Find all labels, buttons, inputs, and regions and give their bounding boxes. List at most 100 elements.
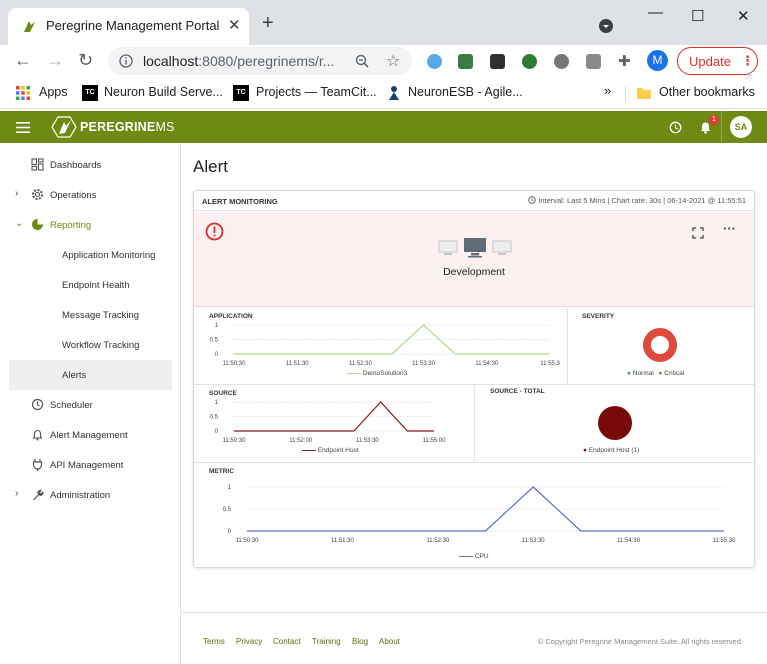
- chart-legend: ● Normal ● Critical: [627, 370, 684, 377]
- kebab-menu-icon[interactable]: ⋮: [741, 53, 754, 69]
- browser-tab-title: Peregrine Management Portal: [46, 18, 220, 33]
- sidebar-item-label: API Management: [50, 460, 124, 471]
- more-bookmarks-icon[interactable]: »: [604, 83, 611, 98]
- card-title: ALERT MONITORING: [202, 197, 278, 206]
- sidebar-item-workflow-tracking[interactable]: Workflow Tracking: [0, 330, 181, 360]
- url-host: localhost: [143, 53, 199, 69]
- legend-dot: ●: [583, 447, 587, 454]
- sidebar-item-alerts[interactable]: Alerts: [9, 360, 172, 390]
- forward-icon[interactable]: →: [46, 50, 64, 71]
- new-tab-icon[interactable]: +: [262, 13, 274, 33]
- sidebar-item-label: Dashboards: [50, 160, 102, 171]
- cloud-extension-icon[interactable]: [427, 54, 442, 69]
- environment-banner: ··· Development: [194, 212, 754, 307]
- gear-icon: [32, 189, 43, 200]
- legend-label: Endpoint Host: [317, 447, 359, 454]
- y-tick-label: 1: [228, 485, 232, 491]
- sidebar-item-api-management[interactable]: API Management: [0, 450, 181, 480]
- bookmark-neuron-build[interactable]: Neuron Build Serve...: [104, 85, 223, 99]
- address-bar[interactable]: localhost:8080/peregrinems/r... ☆: [108, 47, 412, 75]
- x-tick-label: 11:52:30: [426, 538, 450, 544]
- plug-icon: [32, 459, 43, 471]
- footer-link-terms[interactable]: Terms: [203, 637, 225, 646]
- maximize-icon[interactable]: ☐: [691, 7, 704, 25]
- close-tab-icon[interactable]: ✕: [228, 16, 241, 34]
- circle-extension-icon[interactable]: [554, 54, 569, 69]
- sidebar: Dashboards › Operations ⌄ Reporting Appl…: [0, 143, 181, 664]
- reload-icon[interactable]: ↻: [78, 50, 93, 71]
- peregrine-favicon-icon: [24, 21, 35, 32]
- x-tick-label: 11:51:30: [286, 361, 310, 367]
- source-total-chart-panel: SOURCE - TOTAL ● Endpoint Host (1): [475, 385, 754, 462]
- sidebar-item-alert-management[interactable]: Alert Management: [0, 420, 181, 450]
- y-tick-label: 0: [228, 529, 232, 535]
- sidebar-item-message-tracking[interactable]: Message Tracking: [0, 300, 181, 330]
- x-tick-label: 11:53:30: [412, 361, 436, 367]
- sidebar-item-scheduler[interactable]: Scheduler: [0, 390, 181, 420]
- user-avatar[interactable]: SA: [730, 116, 752, 138]
- tab-search-icon[interactable]: [599, 19, 613, 33]
- donut-slice-critical: [643, 328, 677, 362]
- footer-link-training[interactable]: Training: [312, 637, 341, 646]
- legend-label: Critical: [664, 370, 685, 377]
- bookmark-neuronesb-agile[interactable]: NeuronESB - Agile...: [408, 85, 523, 99]
- y-tick-label: 1: [215, 400, 219, 406]
- minimize-icon[interactable]: —: [648, 4, 663, 21]
- sidebar-item-dashboards[interactable]: Dashboards: [0, 150, 181, 180]
- source-chart: 1 0.5 0 11:50:30 11:52:00 11:53:30 11:55:00: [210, 400, 447, 444]
- sidebar-item-reporting[interactable]: ⌄ Reporting: [0, 210, 181, 240]
- legend-label: Endpoint Host (1): [588, 447, 640, 454]
- zoom-icon[interactable]: [355, 54, 369, 68]
- footer-link-contact[interactable]: Contact: [273, 637, 301, 646]
- metric-chart-panel: METRIC 1 0.5 0 11:50:30 11:51:30 11:52:30 11:5…: [194, 463, 754, 567]
- extensions-puzzle-icon[interactable]: ✚: [618, 52, 631, 70]
- severity-chart-panel: SEVERITY ● Normal ● Critical: [567, 308, 754, 384]
- back-icon[interactable]: ←: [14, 50, 32, 71]
- peregrine-logo-icon: [51, 116, 77, 138]
- x-tick-label: 11:54:30: [617, 538, 641, 544]
- apps-grid-icon[interactable]: [15, 85, 31, 101]
- history-icon[interactable]: [669, 121, 682, 134]
- x-tick-label: 11:55:00: [423, 438, 447, 444]
- environment-name: Development: [443, 266, 505, 278]
- other-bookmarks[interactable]: Other bookmarks: [659, 85, 755, 99]
- update-button[interactable]: Update ⋮: [677, 47, 758, 75]
- x-extension-icon[interactable]: [490, 54, 505, 69]
- legend-swatch: [459, 555, 473, 557]
- sidebar-item-endpoint-health[interactable]: Endpoint Health: [0, 270, 181, 300]
- monitors-icon: [438, 238, 512, 258]
- url-path: :8080/peregrinems/r...: [198, 53, 335, 69]
- sidebar-item-operations[interactable]: › Operations: [0, 180, 181, 210]
- sidebar-item-label: Alert Management: [50, 430, 128, 441]
- site-info-icon[interactable]: [119, 54, 133, 68]
- y-tick-label: 0.5: [210, 338, 219, 344]
- x-tick-label: 11:53:30: [356, 438, 380, 444]
- footer-link-privacy[interactable]: Privacy: [236, 637, 262, 646]
- more-options-icon[interactable]: ···: [723, 221, 736, 236]
- close-window-icon[interactable]: ✕: [737, 7, 750, 25]
- folder-icon: [637, 88, 651, 99]
- pie-chart-icon: [32, 219, 43, 230]
- green-extension-icon[interactable]: [522, 54, 537, 69]
- x-tick-label: 11:55:30: [713, 538, 737, 544]
- x-tick-label: 11:53:30: [522, 538, 546, 544]
- t-extension-icon[interactable]: [586, 54, 601, 69]
- bookmarks-bar: Apps TC Neuron Build Serve... TC Project…: [0, 78, 767, 109]
- sidebar-item-label: Scheduler: [50, 400, 93, 411]
- bell-outline-icon: [32, 430, 43, 441]
- bookmark-projects-teamcity[interactable]: Projects — TeamCit...: [256, 85, 377, 99]
- sidebar-item-application-monitoring[interactable]: Application Monitoring: [0, 240, 181, 270]
- image-extension-icon[interactable]: [458, 54, 473, 69]
- metric-chart: 1 0.5 0 11:50:30 11:51:30 11:52:30 11:53:30 11:…: [223, 485, 737, 544]
- fullscreen-icon[interactable]: [692, 227, 704, 239]
- profile-avatar[interactable]: M: [647, 50, 668, 71]
- bookmarks-divider: [625, 86, 626, 102]
- bookmark-apps[interactable]: Apps: [39, 85, 68, 99]
- footer-link-blog[interactable]: Blog: [352, 637, 368, 646]
- hamburger-menu-icon[interactable]: [16, 122, 30, 133]
- browser-tab[interactable]: Peregrine Management Portal ✕: [8, 8, 249, 45]
- bookmark-star-icon[interactable]: ☆: [386, 51, 400, 71]
- footer-link-about[interactable]: About: [379, 637, 400, 646]
- clock-icon: [31, 398, 44, 411]
- sidebar-item-administration[interactable]: › Administration: [0, 480, 181, 510]
